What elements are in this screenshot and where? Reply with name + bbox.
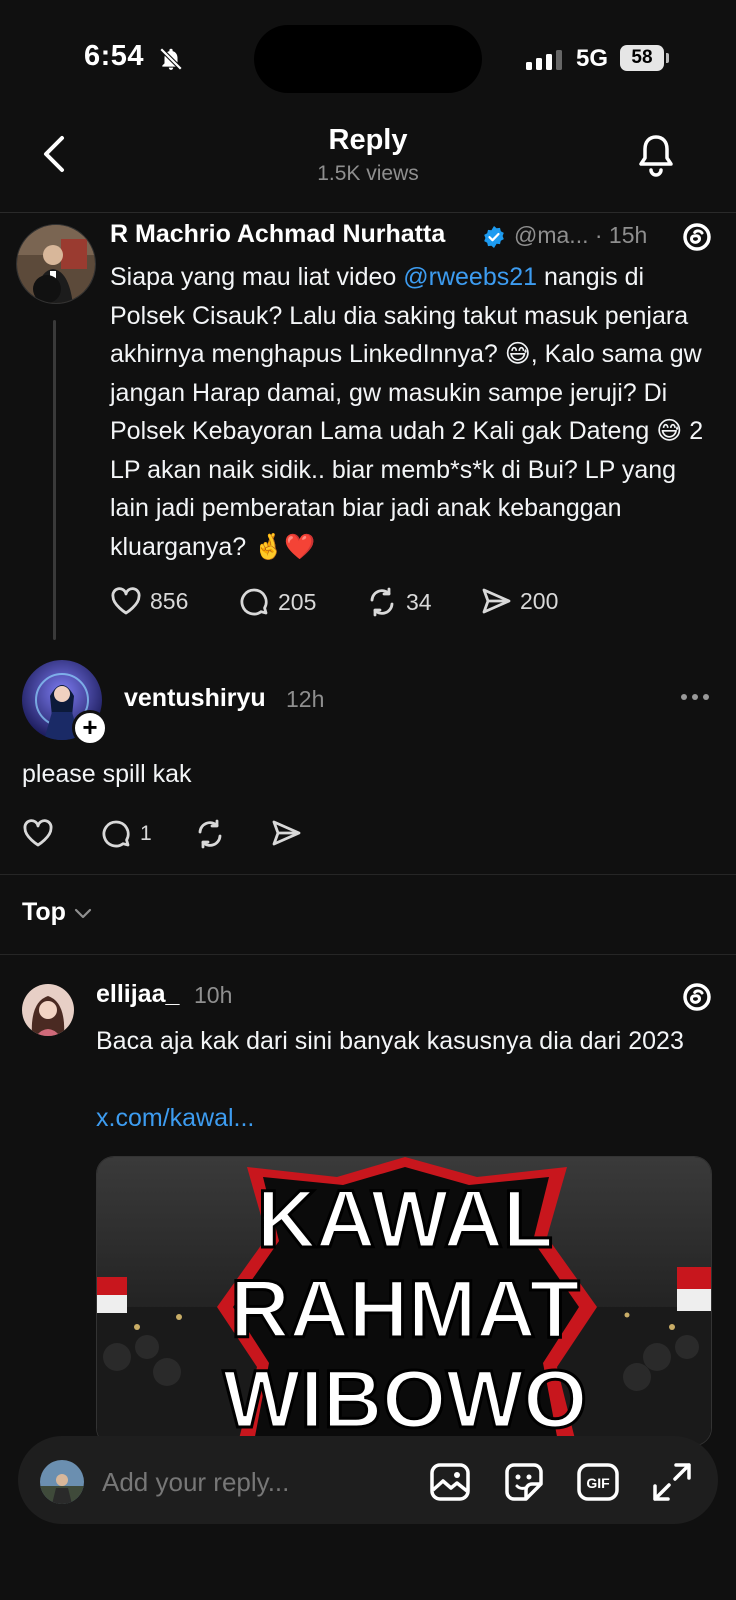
gif-label: GIF [586, 1475, 610, 1491]
gif-icon: GIF [577, 1463, 619, 1501]
author-avatar[interactable] [16, 224, 96, 304]
notification-bell-button[interactable] [634, 132, 678, 178]
reply-text: please spill kak [22, 760, 192, 788]
signal-icon [526, 50, 564, 70]
threads-logo-icon[interactable] [682, 222, 712, 252]
embed-line-2: RAHMAT [230, 1264, 579, 1355]
author-name[interactable]: R Machrio Achmad Nurhatta [110, 220, 445, 249]
author-handle-time[interactable]: @ma... · 15h [514, 222, 647, 249]
attach-image-button[interactable] [428, 1460, 472, 1504]
reply-count: 205 [278, 588, 317, 615]
sticker-button[interactable] [502, 1460, 546, 1504]
reply-input[interactable] [102, 1460, 402, 1504]
silent-mode-icon [158, 46, 184, 72]
heart-icon [23, 819, 53, 847]
reply-share-button[interactable] [270, 818, 302, 848]
battery-cap [666, 53, 669, 63]
heart-icon [111, 587, 141, 615]
mention-link[interactable]: @rweebs21 [403, 263, 537, 291]
follow-plus-button[interactable]: + [72, 710, 108, 746]
comment-text: Baca aja kak dari sini banyak kasusnya d… [96, 1027, 684, 1055]
comment-icon [240, 588, 268, 616]
reply-time: 12h [286, 686, 325, 712]
embed-line-3: WIBOWO [223, 1354, 587, 1445]
page-title: Reply [328, 124, 408, 156]
send-icon [272, 820, 301, 846]
post-text: Siapa yang mau liat video @rweebs21 nang… [110, 258, 720, 566]
view-count: 1.5K views [317, 162, 419, 185]
section-divider [0, 954, 736, 955]
comment-time: 10h [194, 982, 233, 1008]
embed-line-1: KAWAL [257, 1174, 553, 1265]
share-button[interactable]: 200 [480, 586, 558, 616]
comment-username[interactable]: ellijaa_ [96, 980, 179, 1009]
expand-icon [653, 1463, 691, 1501]
post-text-part: Siapa yang mau liat video [110, 263, 404, 291]
reply-comment-count: 1 [140, 822, 152, 845]
reply-repost-button[interactable] [194, 818, 226, 850]
threads-logo-icon[interactable] [682, 982, 712, 1012]
dynamic-island [254, 25, 482, 93]
post-text-part: nangis di Polsek Cisauk? Lalu dia saking… [110, 263, 704, 561]
network-type: 5G [576, 45, 609, 72]
send-icon [482, 588, 511, 614]
comment-avatar[interactable] [22, 984, 74, 1036]
comment-icon [102, 820, 130, 848]
sticker-icon [505, 1463, 543, 1501]
sort-dropdown[interactable]: Top [22, 898, 92, 927]
more-options-button[interactable] [680, 692, 710, 702]
reply-comment-button[interactable]: 1 [100, 818, 152, 850]
section-divider [0, 874, 736, 875]
sort-label: Top [22, 898, 66, 926]
chevron-down-icon [74, 908, 92, 918]
expand-button[interactable] [650, 1460, 694, 1504]
verified-badge-icon [482, 225, 506, 249]
my-avatar [40, 1460, 84, 1504]
battery-indicator: 58 [620, 45, 664, 71]
repost-count: 34 [406, 588, 432, 615]
reply-like-button[interactable] [22, 818, 54, 848]
gif-button[interactable]: GIF [576, 1460, 620, 1504]
thread-line [53, 320, 56, 640]
image-icon [430, 1463, 470, 1501]
comment-link[interactable]: x.com/kawal... [96, 1104, 254, 1133]
share-count: 200 [520, 587, 559, 614]
reply-button[interactable]: 205 [238, 586, 316, 618]
like-count: 856 [150, 587, 189, 614]
reply-username[interactable]: ventushiryu [124, 684, 266, 713]
header-divider [0, 212, 736, 213]
more-dots-icon [681, 694, 709, 700]
link-preview-image[interactable]: KAWAL RAHMAT WIBOWO [96, 1156, 712, 1446]
status-time: 6:54 [84, 40, 145, 72]
like-button[interactable]: 856 [110, 586, 188, 616]
repost-icon [198, 819, 222, 849]
repost-button[interactable]: 34 [366, 586, 432, 618]
repost-icon [370, 587, 394, 617]
